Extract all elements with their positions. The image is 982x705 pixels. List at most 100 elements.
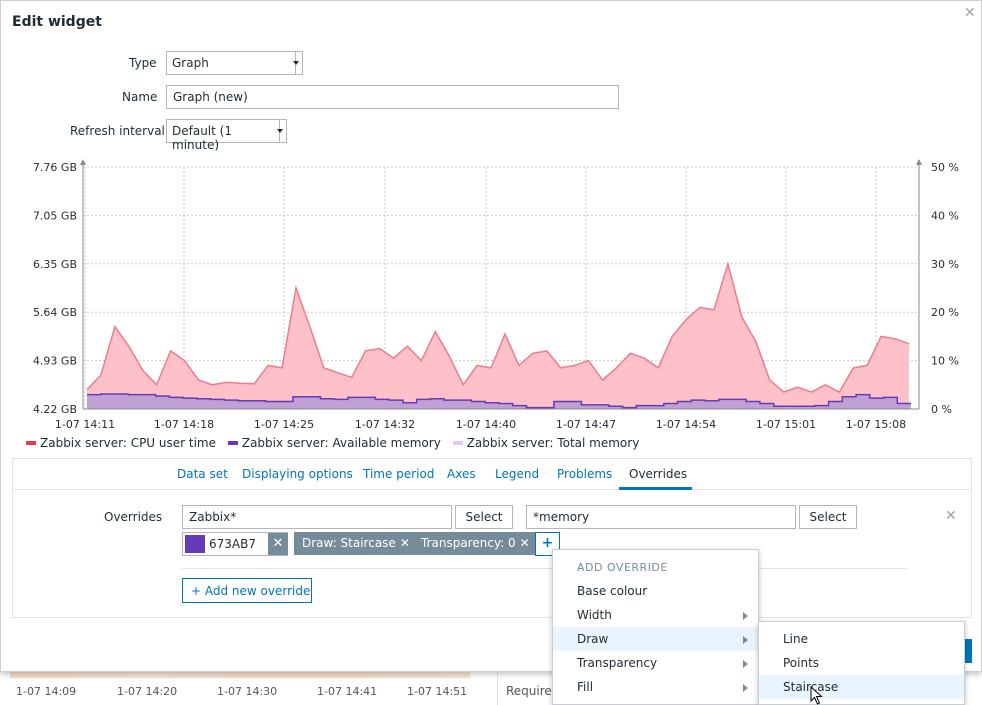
legend-swatch [452,440,463,445]
overrides-label: Overrides [104,510,163,524]
x-tick-label: 1-07 14:11 [55,418,115,431]
y-tick-label-left: 6.35 GB [33,258,77,271]
override-item-input[interactable]: *memory [526,505,796,529]
divider [182,568,907,569]
x-tick-label: 1-07 14:54 [656,418,716,431]
tab-legend[interactable]: Legend [495,467,539,481]
add-override-menu: ADD OVERRIDE Base colour Width Draw Tran… [552,549,759,705]
x-tick-label: 1-07 14:47 [556,418,616,431]
override-chip-draw: Draw: Staircase ✕ [294,532,418,555]
y-tick-label-right: 40 % [931,209,959,222]
select-host-button[interactable]: Select [455,505,513,529]
submenu-item-label: Points [783,656,820,670]
y-tick-label-left: 7.05 GB [33,209,77,222]
y-tick-label-right: 20 % [931,306,959,319]
refresh-interval-select[interactable]: Default (1 minute) [166,119,287,152]
draw-submenu: Line Points Staircase [758,621,965,705]
colour-swatch[interactable] [185,535,205,553]
menu-item-label: Base colour [577,584,648,598]
edit-widget-dialog: Edit widget ✕ Type Graph Name Graph (new… [0,0,982,672]
type-select[interactable]: Graph [166,51,303,75]
chip-label: Draw: Staircase [302,536,396,550]
x-tick-label: 1-07 14:25 [254,418,314,431]
y-tick-label-right: 30 % [931,258,959,271]
legend-swatch [227,440,238,445]
refresh-interval-label: Refresh interval [70,124,165,138]
close-icon[interactable]: ✕ [964,5,976,21]
menu-item-label: Draw [577,632,609,646]
menu-item-transparency[interactable]: Transparency [553,651,758,675]
y-tick-label-right: 10 % [931,355,959,368]
y-tick-label-right: 50 % [931,161,959,174]
graph-legend: Zabbix server: CPU user time Zabbix serv… [26,436,647,450]
submenu-arrow-icon [743,684,748,692]
remove-chip-icon[interactable]: ✕ [400,536,410,550]
background-partial-label: Require [506,684,552,698]
graph-preview: 4.22 GB 4.93 GB 5.64 GB 6.35 GB 7.05 GB 7.76 … [33,159,959,431]
add-new-override-label: Add new override [204,584,311,598]
legend-item: Zabbix server: CPU user time [26,436,216,450]
y-tick-label-left: 4.22 GB [33,403,77,416]
name-label: Name [122,90,158,104]
menu-header: ADD OVERRIDE [577,561,668,574]
submenu-item-points[interactable]: Points [759,651,964,675]
menu-item-label: Transparency [577,656,658,670]
legend-label: Zabbix server: CPU user time [40,436,217,450]
remove-override-icon[interactable]: ✕ [945,508,957,524]
dialog-title: Edit widget [12,14,102,30]
x-tick-label: 1-07 14:18 [154,418,214,431]
tab-overrides[interactable]: Overrides [629,467,687,481]
name-input[interactable]: Graph (new) [166,85,619,109]
config-tabs: Data set Displaying options Time period … [13,459,971,490]
x-axis: 1-07 14:11 1-07 14:18 1-07 14:25 1-07 14:32… [55,418,906,431]
submenu-item-label: Line [783,632,809,646]
y-tick-label-left: 7.76 GB [33,161,77,174]
chip-label: Transparency: 0 [421,536,516,550]
y-tick-label-left: 5.64 GB [33,306,77,319]
background-x-tick: 1-07 14:30 [217,685,278,698]
submenu-arrow-icon [743,612,748,620]
select-item-button[interactable]: Select [799,505,857,529]
chevron-down-icon [277,129,283,133]
x-tick-label: 1-07 14:40 [456,418,516,431]
type-select-value: Graph [172,56,209,70]
submenu-item-staircase[interactable]: Staircase [759,675,964,699]
menu-item-fill[interactable]: Fill [553,675,758,699]
legend-item: Zabbix server: Total memory [452,436,640,450]
tab-data-set[interactable]: Data set [177,467,228,481]
menu-item-draw[interactable]: Draw [553,627,758,651]
legend-label: Zabbix server: Available memory [241,436,441,450]
menu-item-width[interactable]: Width [553,603,758,627]
y-tick-label-right: 0 % [931,403,952,416]
menu-item-label: Fill [577,680,594,694]
override-host-input[interactable]: Zabbix* [182,505,452,529]
type-label: Type [129,56,157,70]
background-x-tick: 1-07 14:20 [117,685,178,698]
legend-label: Zabbix server: Total memory [466,436,640,450]
y-axis-right: 0 % 10 % 20 % 30 % 40 % 50 % [931,161,959,416]
add-new-override-button[interactable]: + Add new override [182,578,312,603]
background-x-tick: 1-07 14:09 [16,685,77,698]
remove-chip-icon[interactable]: ✕ [520,536,530,550]
tab-time-period[interactable]: Time period [363,467,434,481]
submenu-arrow-icon [743,660,748,668]
mouse-cursor-icon [810,686,823,705]
colour-value[interactable]: 673AB7 [209,537,256,551]
background-x-tick: 1-07 14:51 [407,685,468,698]
y-axis-right-arrow [916,159,922,165]
refresh-interval-value: Default (1 minute) [172,124,232,152]
menu-item-base-colour[interactable]: Base colour [553,579,758,603]
plus-icon: + [191,584,205,598]
legend-swatch [26,440,36,445]
y-axis-left-arrow [80,159,86,165]
menu-item-label: Width [577,608,612,622]
x-tick-label: 1-07 15:01 [756,418,816,431]
tab-axes[interactable]: Axes [447,467,476,481]
remove-colour-icon[interactable]: ✕ [268,533,288,555]
submenu-item-line[interactable]: Line [759,627,964,651]
base-colour-override[interactable]: 673AB7 ✕ [182,532,288,556]
tab-displaying-options[interactable]: Displaying options [242,467,353,481]
y-tick-label-left: 4.93 GB [33,355,77,368]
tab-problems[interactable]: Problems [557,467,612,481]
graph-series [86,261,911,409]
